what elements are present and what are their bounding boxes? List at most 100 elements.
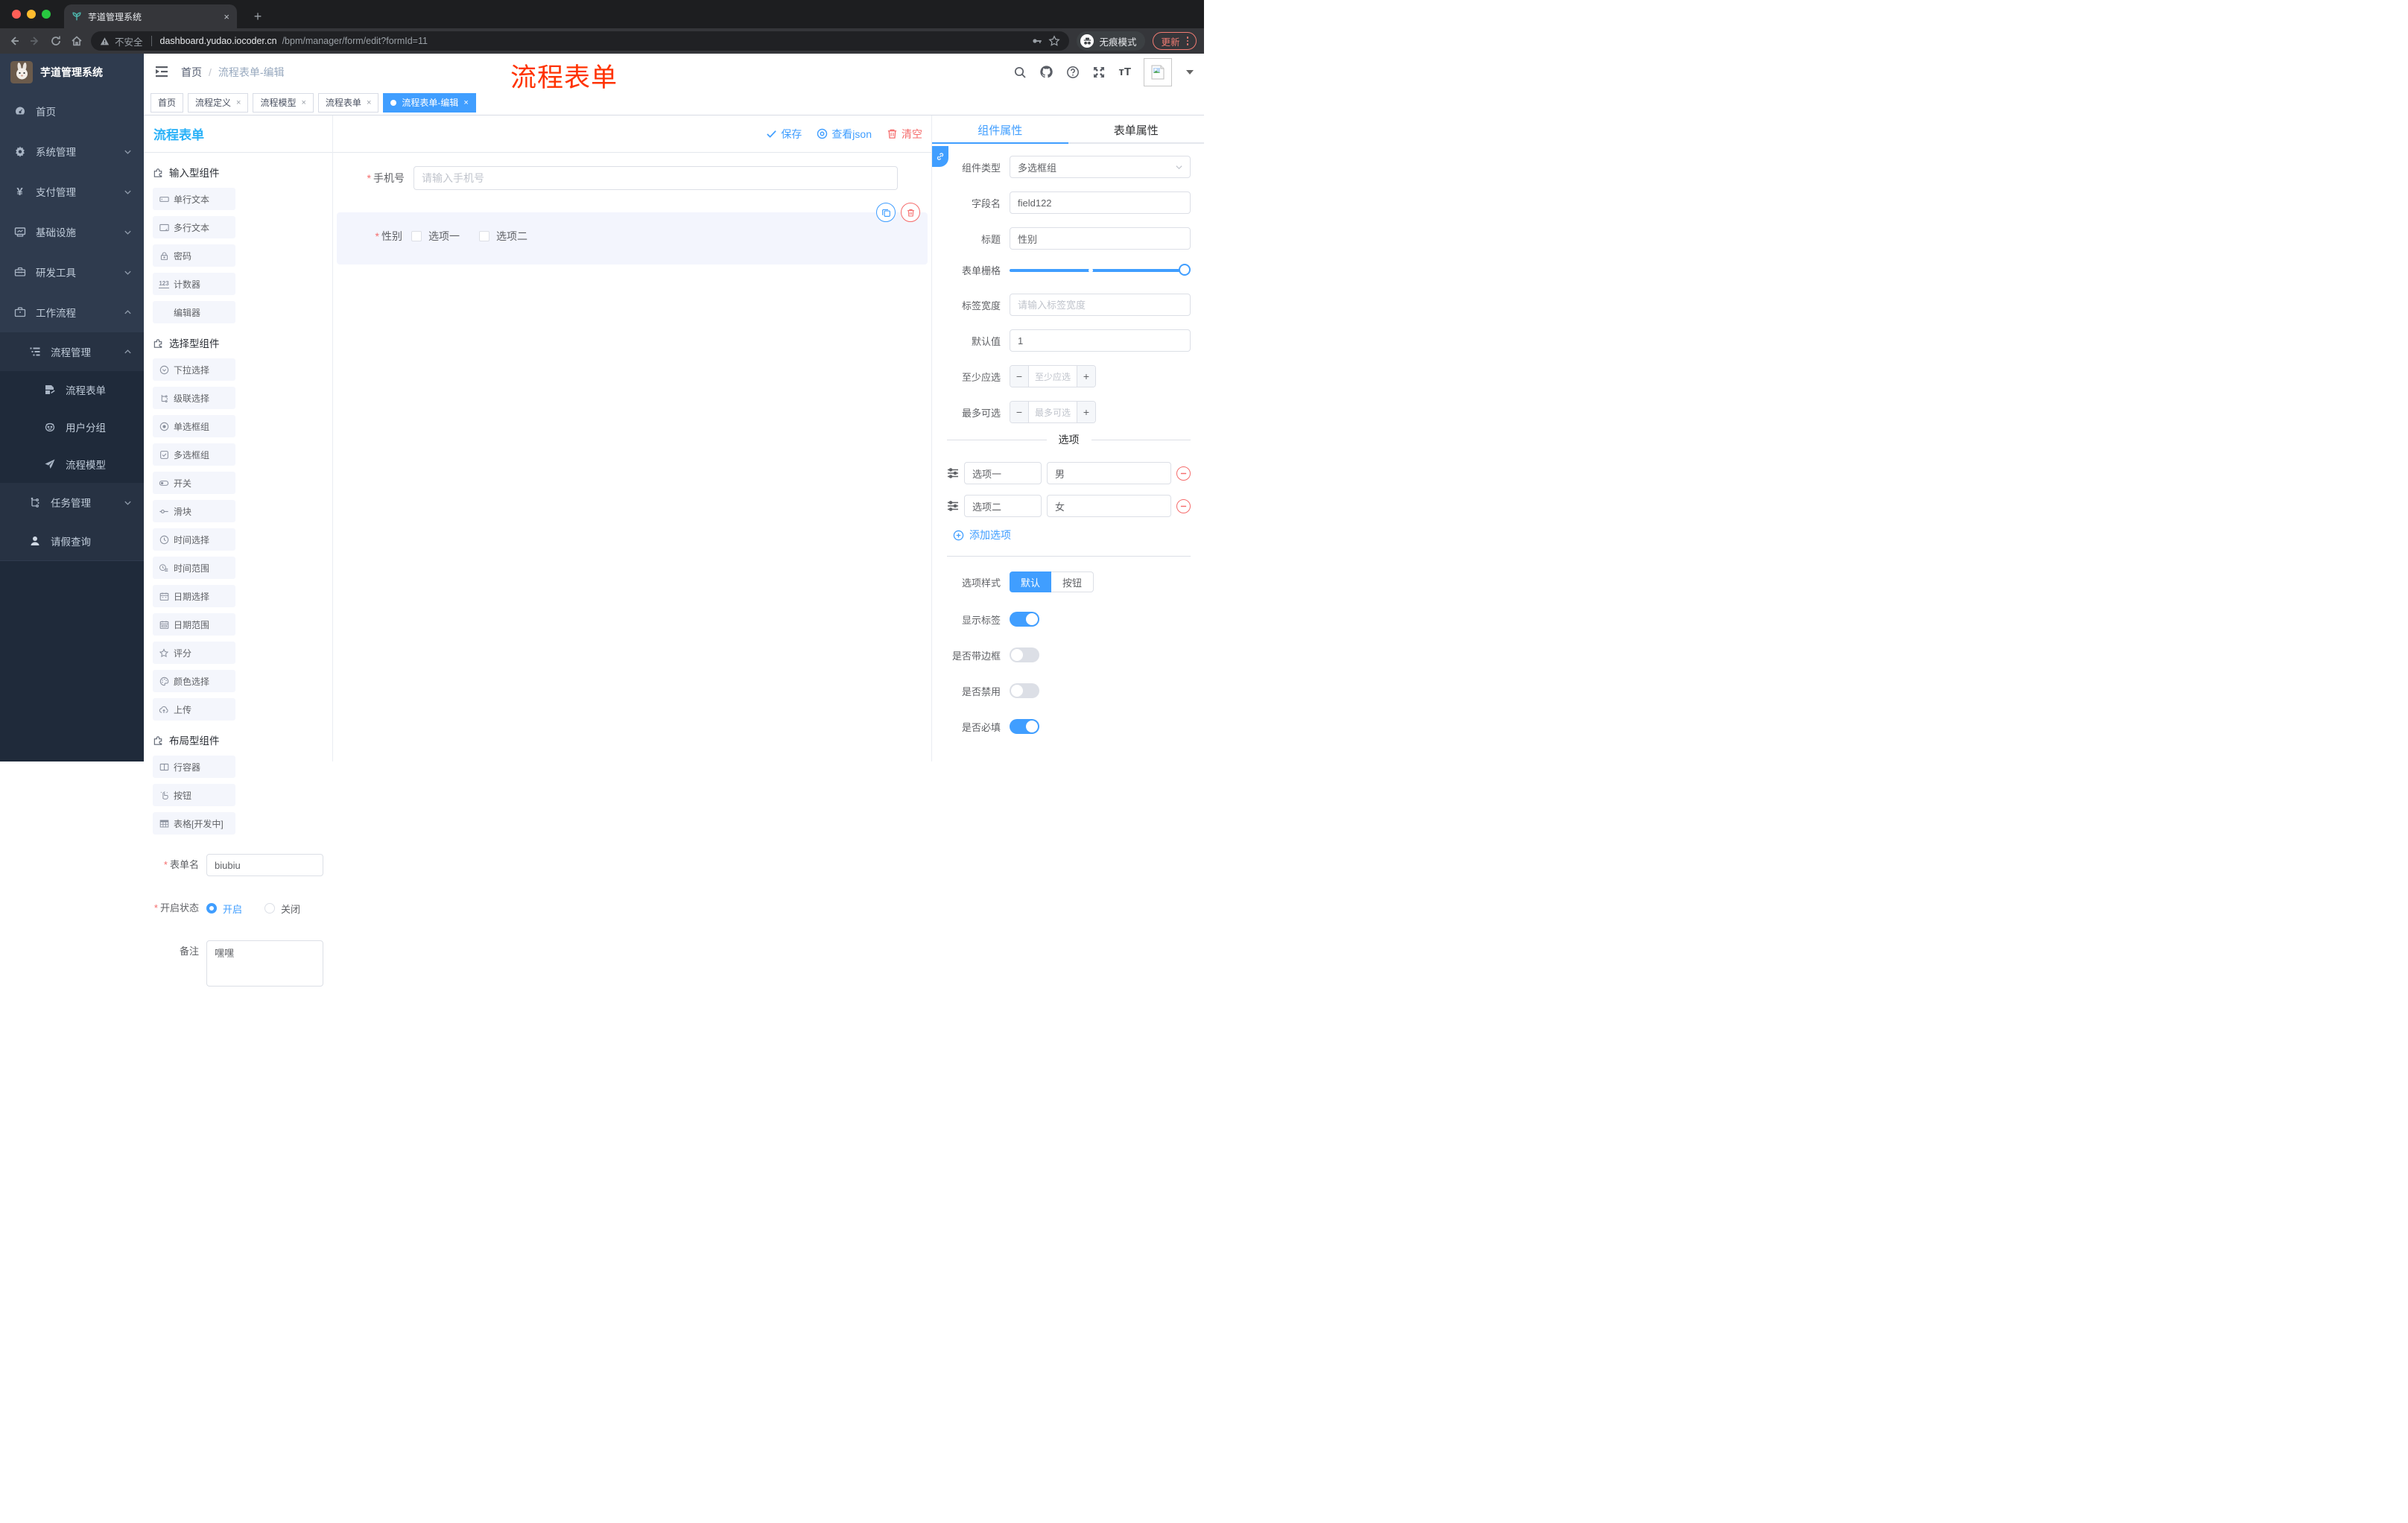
palette-item-time-range[interactable]: 时间范围 — [153, 557, 235, 579]
option-label-input[interactable] — [964, 495, 1042, 517]
palette-item-textarea[interactable]: 多行文本 — [153, 216, 235, 238]
security-warning-label[interactable]: 不安全 — [115, 34, 143, 48]
palette-item-rate[interactable]: 评分 — [153, 642, 235, 664]
back-icon[interactable] — [7, 34, 21, 48]
sidebar-item-infra[interactable]: 基础设施 — [0, 212, 144, 252]
component-type-select[interactable]: 多选框组 — [1010, 156, 1191, 178]
sidebar-item-process-mgmt[interactable]: 流程管理 — [0, 332, 144, 371]
palette-item-date-range[interactable]: 日期范围 — [153, 613, 235, 636]
option-value-input[interactable] — [1047, 495, 1171, 517]
avatar[interactable] — [1144, 57, 1172, 86]
canvas-field-gender-selected[interactable]: 性别 选项一 选项二 — [337, 203, 928, 265]
remove-option-button[interactable] — [1176, 466, 1191, 481]
font-size-icon[interactable]: тT — [1118, 66, 1131, 78]
stepper-value[interactable]: 至少应选 — [1029, 366, 1077, 387]
new-tab-button[interactable]: + — [249, 7, 267, 25]
palette-item-password[interactable]: 密码 — [153, 244, 235, 267]
sidebar-item-workflow[interactable]: 工作流程 — [0, 292, 144, 332]
remove-option-button[interactable] — [1176, 498, 1191, 513]
reload-icon[interactable] — [49, 34, 63, 48]
form-remark-textarea[interactable]: 嘿嘿 — [206, 940, 323, 987]
tag-close-icon[interactable]: × — [463, 98, 468, 107]
add-option-button[interactable]: 添加选项 — [953, 528, 1191, 542]
github-icon[interactable] — [1039, 65, 1054, 79]
browser-tab[interactable]: 芋道管理系统 × — [64, 4, 237, 28]
palette-item-button[interactable]: 按钮 — [153, 784, 235, 806]
min-checked-stepper[interactable]: − 至少应选 + — [1010, 365, 1096, 387]
sidebar-item-task-mgmt[interactable]: 任务管理 — [0, 483, 144, 522]
browser-update-button[interactable]: 更新 — [1153, 32, 1197, 50]
tab-form-props[interactable]: 表单属性 — [1068, 115, 1205, 144]
palette-item-upload[interactable]: 上传 — [153, 698, 235, 721]
tag-process-form-edit[interactable]: 流程表单-编辑 × — [383, 92, 476, 113]
stepper-minus-button[interactable]: − — [1010, 366, 1029, 387]
label-width-input[interactable] — [1010, 294, 1191, 316]
radio-off-label[interactable]: 关闭 — [281, 902, 300, 916]
sidebar-item-system[interactable]: 系统管理 — [0, 131, 144, 171]
checkbox-option2-label[interactable]: 选项二 — [496, 229, 527, 244]
option-style-segmented[interactable]: 默认 按钮 — [1010, 571, 1094, 592]
tag-close-icon[interactable]: × — [301, 98, 305, 107]
tag-home[interactable]: 首页 — [150, 92, 184, 113]
sidebar-item-process-form[interactable]: 流程表单 — [0, 371, 144, 408]
phone-input[interactable] — [414, 166, 898, 190]
close-window-button[interactable] — [12, 10, 21, 19]
slider-handle[interactable] — [1179, 263, 1191, 276]
save-button[interactable]: 保存 — [766, 127, 802, 142]
palette-item-cascader[interactable]: 级联选择 — [153, 387, 235, 409]
tab-component-props[interactable]: 组件属性 — [932, 115, 1068, 144]
default-value-input[interactable] — [1010, 329, 1191, 352]
minimize-window-button[interactable] — [27, 10, 36, 19]
palette-item-color-picker[interactable]: 颜色选择 — [153, 670, 235, 692]
palette-item-radio-group[interactable]: 单选框组 — [153, 415, 235, 437]
radio-off[interactable] — [264, 903, 276, 914]
style-button-button[interactable]: 按钮 — [1051, 571, 1094, 592]
style-default-button[interactable]: 默认 — [1010, 571, 1052, 592]
sidebar-item-leave-query[interactable]: 请假查询 — [0, 522, 144, 560]
required-switch[interactable] — [1010, 719, 1039, 734]
form-name-input[interactable] — [206, 854, 323, 876]
radio-on[interactable] — [206, 903, 217, 914]
breadcrumb-home[interactable]: 首页 — [181, 65, 202, 80]
traffic-lights[interactable] — [12, 10, 51, 19]
stepper-minus-button[interactable]: − — [1010, 402, 1029, 422]
palette-item-time-picker[interactable]: 时间选择 — [153, 528, 235, 551]
drag-handle-icon[interactable] — [947, 467, 959, 479]
home-icon[interactable] — [70, 34, 83, 48]
palette-item-switch[interactable]: 开关 — [153, 472, 235, 494]
drag-handle-icon[interactable] — [947, 500, 959, 512]
collapse-menu-icon[interactable] — [154, 64, 171, 80]
palette-item-select[interactable]: 下拉选择 — [153, 358, 235, 381]
palette-item-editor[interactable]: 编辑器 — [153, 301, 235, 323]
delete-component-button[interactable] — [901, 203, 920, 222]
maximize-window-button[interactable] — [42, 10, 51, 19]
radio-on-label[interactable]: 开启 — [223, 902, 242, 916]
password-key-icon[interactable] — [1031, 35, 1043, 47]
stepper-plus-button[interactable]: + — [1077, 366, 1095, 387]
option-value-input[interactable] — [1047, 462, 1171, 484]
checkbox-option1[interactable] — [411, 231, 422, 241]
link-tag[interactable] — [932, 146, 948, 167]
form-grid-slider[interactable] — [1010, 263, 1191, 276]
bookmark-star-icon[interactable] — [1048, 35, 1061, 47]
palette-item-date-picker[interactable]: 日期选择 — [153, 585, 235, 607]
tag-close-icon[interactable]: × — [236, 98, 241, 107]
clear-button[interactable]: 清空 — [887, 127, 922, 142]
sidebar-item-process-model[interactable]: 流程模型 — [0, 446, 144, 483]
checkbox-option2[interactable] — [479, 231, 489, 241]
palette-item-single-text[interactable]: 单行文本 — [153, 188, 235, 210]
tag-process-definition[interactable]: 流程定义 × — [188, 92, 249, 113]
view-json-button[interactable]: 查看json — [817, 127, 872, 142]
forward-icon[interactable] — [28, 34, 42, 48]
sidebar-item-devtools[interactable]: 研发工具 — [0, 252, 144, 292]
address-bar[interactable]: 不安全 dashboard.yudao.iocoder.cn/bpm/manag… — [91, 31, 1070, 51]
palette-item-row-container[interactable]: 行容器 — [153, 756, 235, 778]
search-icon[interactable] — [1013, 66, 1027, 79]
copy-component-button[interactable] — [876, 203, 896, 222]
disabled-switch[interactable] — [1010, 683, 1039, 698]
help-icon[interactable] — [1066, 66, 1080, 79]
tag-close-icon[interactable]: × — [367, 98, 371, 107]
field-name-input[interactable] — [1010, 191, 1191, 214]
checkbox-option1-label[interactable]: 选项一 — [428, 229, 460, 244]
palette-item-table[interactable]: 表格[开发中] — [153, 812, 235, 835]
